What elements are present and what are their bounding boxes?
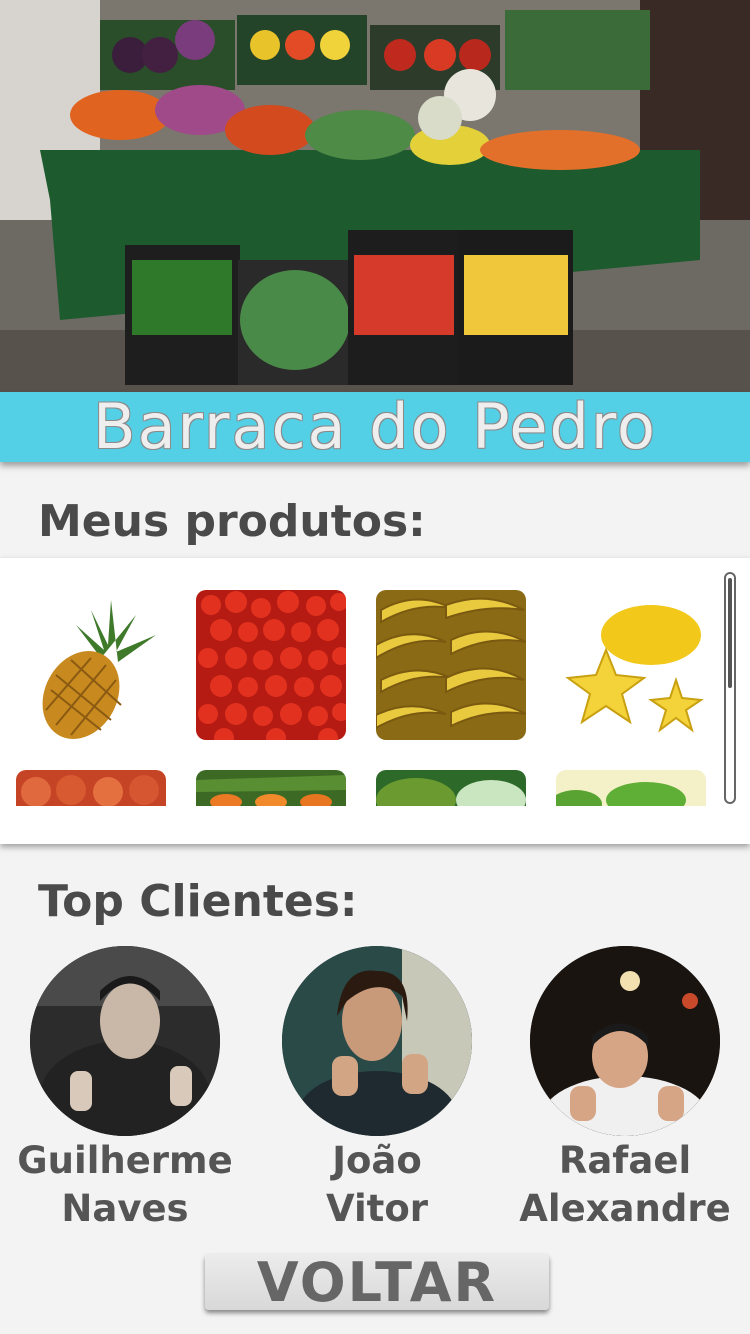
product-starfruit[interactable] bbox=[556, 590, 706, 740]
starfruit-icon bbox=[556, 590, 706, 740]
product-tomato[interactable] bbox=[16, 770, 166, 806]
stall-name-banner: Barraca do Pedro bbox=[0, 392, 750, 462]
pineapple-icon bbox=[16, 590, 166, 740]
back-button[interactable]: VOLTAR bbox=[205, 1251, 549, 1314]
client-photo-icon bbox=[530, 946, 720, 1136]
avatar[interactable] bbox=[282, 946, 472, 1136]
carrot-icon bbox=[196, 770, 346, 806]
client-last-name: Vitor bbox=[325, 1187, 429, 1230]
stall-name: Barraca do Pedro bbox=[93, 390, 657, 463]
products-scrollbar[interactable] bbox=[724, 572, 736, 804]
clients-heading: Top Clientes: bbox=[38, 876, 358, 927]
avatar[interactable] bbox=[530, 946, 720, 1136]
avatar[interactable] bbox=[30, 946, 220, 1136]
scrollbar-thumb[interactable] bbox=[728, 578, 732, 688]
acerola-icon bbox=[196, 590, 346, 740]
products-grid[interactable] bbox=[0, 558, 750, 844]
product-banana[interactable] bbox=[376, 590, 526, 740]
banana-icon bbox=[376, 590, 526, 740]
product-soursop[interactable] bbox=[376, 770, 526, 806]
client-card-rafael[interactable]: Rafael Alexandre bbox=[500, 946, 750, 1232]
product-lime[interactable] bbox=[556, 770, 706, 806]
product-acerola[interactable] bbox=[196, 590, 346, 740]
product-pineapple[interactable] bbox=[16, 590, 166, 740]
soursop-icon bbox=[376, 770, 526, 806]
client-photo-icon bbox=[30, 946, 220, 1136]
client-last-name: Alexandre bbox=[519, 1187, 731, 1230]
client-first-name: João bbox=[332, 1139, 422, 1182]
client-card-joao[interactable]: João Vitor bbox=[252, 946, 502, 1232]
client-last-name: Naves bbox=[61, 1187, 189, 1230]
client-photo-icon bbox=[282, 946, 472, 1136]
client-card-guilherme[interactable]: Guilherme Naves bbox=[0, 946, 250, 1232]
client-first-name: Guilherme bbox=[17, 1139, 233, 1182]
products-heading: Meus produtos: bbox=[38, 496, 426, 547]
market-stall-photo bbox=[0, 0, 750, 392]
tomato-icon bbox=[16, 770, 166, 806]
client-first-name: Rafael bbox=[558, 1139, 692, 1182]
lime-icon bbox=[556, 770, 706, 806]
product-carrot[interactable] bbox=[196, 770, 346, 806]
